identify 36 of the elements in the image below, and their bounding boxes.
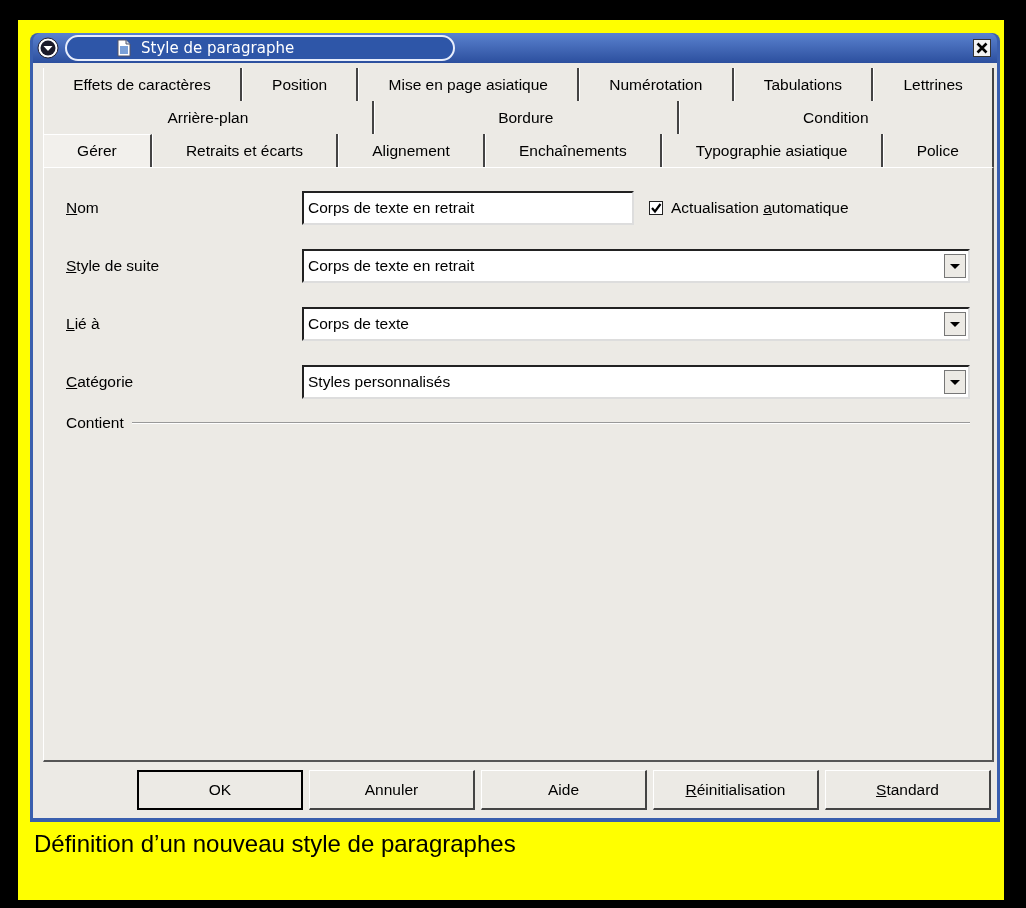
dropdown[interactable]: Styles personnalisés xyxy=(302,364,970,399)
dialog-button[interactable]: Réinitialisation xyxy=(653,770,819,810)
text-field[interactable]: Corps de texte en retrait xyxy=(302,190,634,225)
tab[interactable]: Police xyxy=(882,134,994,167)
dialog-button[interactable]: OK xyxy=(137,770,303,810)
checkbox[interactable] xyxy=(649,200,663,215)
window-title: Style de paragraphe xyxy=(141,39,295,57)
tab[interactable]: Numérotation xyxy=(579,68,734,101)
tab[interactable]: Mise en page asiatique xyxy=(358,68,580,101)
tab[interactable]: Lettrines xyxy=(873,68,995,101)
tab[interactable]: Effets de caractères xyxy=(43,68,242,101)
field-label: Catégorie xyxy=(66,372,135,391)
tab[interactable]: Bordure xyxy=(373,101,679,134)
tab[interactable]: Position xyxy=(241,68,359,101)
dropdown[interactable]: Corps de texte en retrait xyxy=(302,248,970,283)
tab[interactable]: Tabulations xyxy=(733,68,874,101)
tab[interactable]: Arrière-plan xyxy=(43,101,374,134)
field-label: Nom xyxy=(66,198,100,217)
field-label: Style de suite xyxy=(66,256,161,275)
document-icon xyxy=(117,39,131,57)
tab[interactable]: Enchaînements xyxy=(484,134,662,167)
checkbox-label[interactable]: Actualisation automatique xyxy=(671,198,849,217)
group-label: Contient xyxy=(66,414,124,432)
window-menu-icon[interactable] xyxy=(37,37,59,59)
dialog-button[interactable]: Annuler xyxy=(309,770,475,810)
tab[interactable]: Retraits et écarts xyxy=(151,134,339,167)
caption: Définition d’un nouveau style de paragraphes xyxy=(33,829,517,858)
tab[interactable]: Alignement xyxy=(338,134,485,167)
close-icon[interactable] xyxy=(973,39,991,57)
tab[interactable]: Gérer xyxy=(43,134,152,167)
field-label: Lié à xyxy=(66,314,101,333)
tab[interactable]: Typographie asiatique xyxy=(661,134,883,167)
dropdown[interactable]: Corps de texte xyxy=(302,306,970,341)
tab[interactable]: Condition xyxy=(678,101,994,134)
dialog-button[interactable]: Aide xyxy=(481,770,647,810)
dialog-button[interactable]: Standard xyxy=(825,770,991,810)
